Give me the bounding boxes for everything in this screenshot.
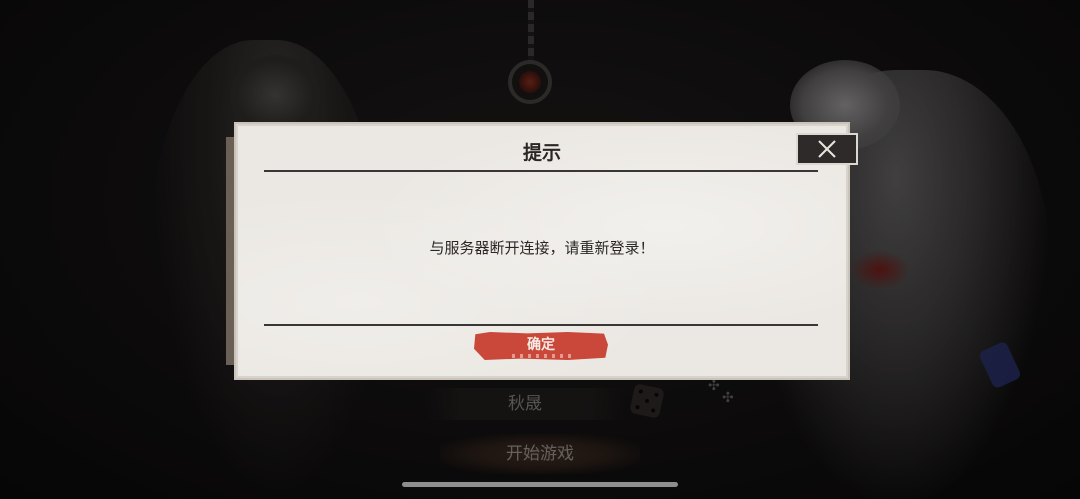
- home-indicator[interactable]: [402, 482, 678, 487]
- footer-divider: [264, 324, 818, 326]
- alert-dialog: 提示 与服务器断开连接，请重新登录！ 确定: [234, 122, 850, 380]
- dialog-title: 提示: [522, 142, 561, 164]
- close-button[interactable]: [796, 133, 858, 165]
- title-divider: [264, 170, 818, 172]
- confirm-button-ornament: [512, 354, 572, 358]
- game-screen: 秋晟 ✣ ✣ 开始游戏 提示 与服务器断开连接，请重新登录！ 确定: [0, 0, 1080, 499]
- close-icon: [818, 140, 836, 158]
- dialog-message: 与服务器断开连接，请重新登录！: [429, 239, 655, 257]
